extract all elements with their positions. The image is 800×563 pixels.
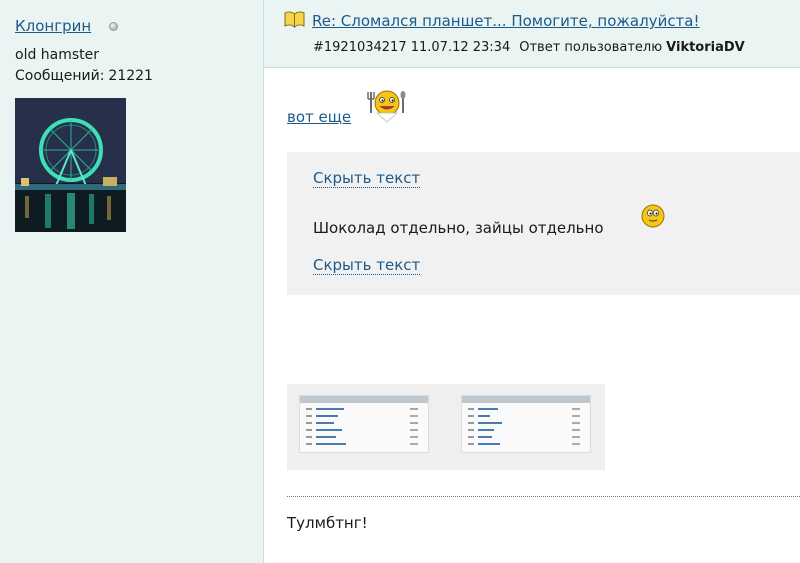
author-sidebar: Клонгрин old hamster Сообщений: 21221 [0, 0, 264, 563]
signature-text: Тулмбтнг! [287, 514, 368, 532]
smiley-icon [641, 204, 665, 228]
spoiler-text: Шоколад отдельно, зайцы отдельно [313, 219, 604, 237]
spoiler-block: Скрыть текст Шоколад отдельно, зайцы отд… [287, 152, 800, 295]
post-meta: #1921034217 11.07.12 23:34 Ответ пользова… [313, 40, 745, 55]
smiley-eating-icon [367, 90, 406, 123]
avatar[interactable] [15, 98, 126, 232]
status-dot-icon [109, 22, 118, 31]
spoiler-hide-toggle[interactable]: Скрыть текст [313, 169, 421, 188]
post-title-link[interactable]: Re: Сломался планшет... Помогите, пожалу… [312, 12, 700, 30]
book-icon [284, 11, 305, 28]
signature-divider [287, 496, 800, 497]
attachment-thumbnail[interactable] [461, 395, 591, 453]
posts-count: 21221 [108, 68, 153, 84]
post-id-date: #1921034217 11.07.12 23:34 [313, 40, 511, 55]
post-link[interactable]: вот еще [287, 108, 351, 126]
post-header: Re: Сломался планшет... Помогите, пожалу… [264, 0, 800, 68]
reply-user: ViktoriaDV [666, 40, 745, 55]
author-name-link[interactable]: Клонгрин [15, 17, 91, 35]
posts-label: Сообщений: [15, 68, 105, 84]
attachment-thumbnail[interactable] [299, 395, 429, 453]
reply-label: Ответ пользователю [519, 40, 663, 55]
ferris-wheel-image [15, 98, 126, 232]
attachments-block [287, 384, 605, 470]
spoiler-hide-toggle-bottom[interactable]: Скрыть текст [313, 256, 421, 275]
author-post-count: Сообщений: 21221 [15, 68, 153, 84]
author-title: old hamster [15, 47, 100, 63]
